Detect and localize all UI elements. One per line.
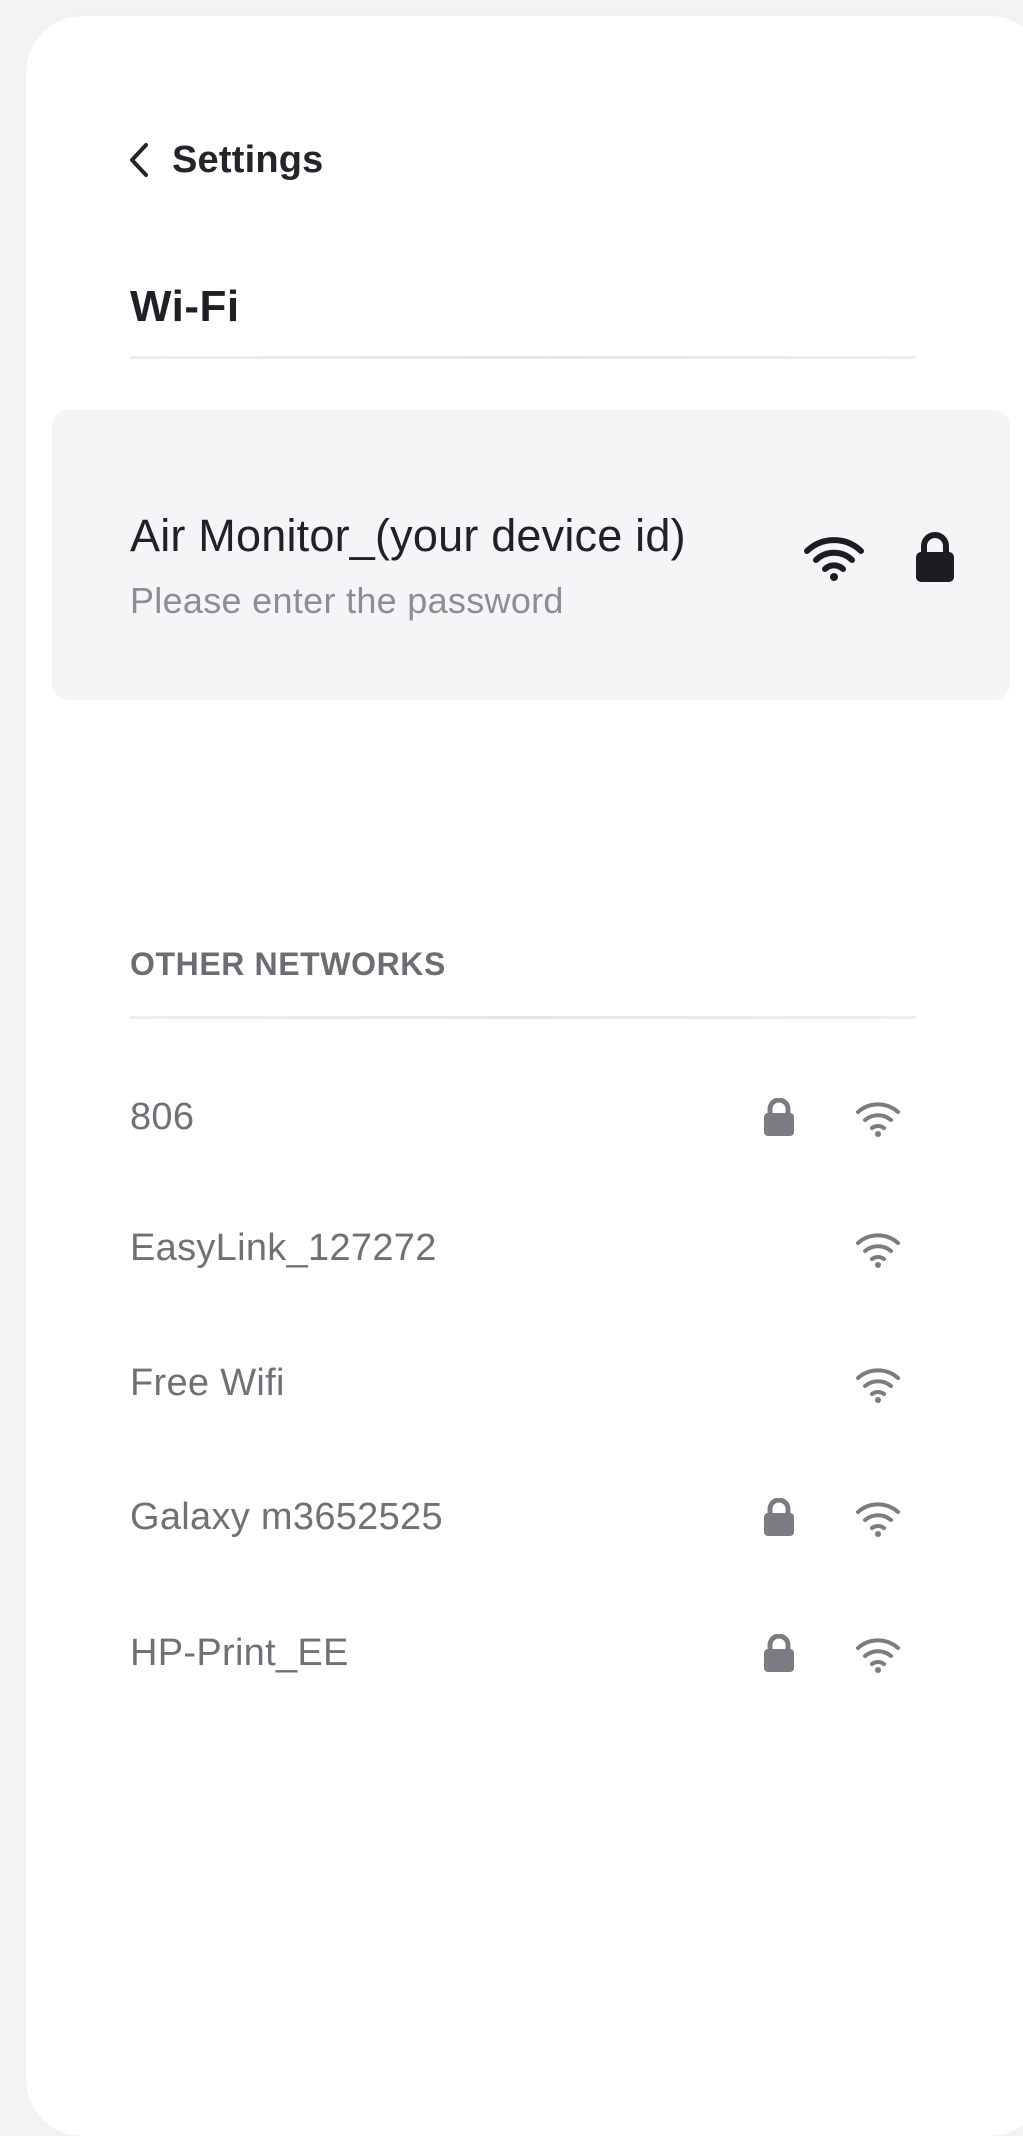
network-item-806[interactable]: 806 [130,1070,930,1170]
network-name: EasyLink_127272 [130,1227,437,1269]
chevron-left-icon [128,142,150,178]
back-label: Settings [172,138,324,181]
title-divider [130,356,916,359]
current-network-item[interactable]: Air Monitor_(your device id) Please ente… [52,410,1010,700]
wifi-icon [854,1364,902,1404]
network-item-hp-print[interactable]: HP-Print_EE [130,1606,930,1706]
network-item-easylink[interactable]: EasyLink_127272 [130,1201,930,1301]
network-name: HP-Print_EE [130,1632,349,1674]
page-title: Wi-Fi [130,282,240,331]
back-button[interactable]: Settings [128,134,324,186]
wifi-icon [854,1229,902,1269]
lock-icon [762,1498,796,1538]
network-name: Free Wifi [130,1362,285,1404]
lock-icon [762,1634,796,1674]
network-item-galaxy[interactable]: Galaxy m3652525 [130,1470,930,1570]
network-name: 806 [130,1096,195,1138]
section-divider [130,1016,916,1019]
wifi-icon [854,1498,902,1538]
other-networks-label: OTHER NETWORKS [130,946,446,982]
wifi-icon [854,1098,902,1138]
network-name: Galaxy m3652525 [130,1496,443,1538]
wifi-icon [803,535,865,581]
wifi-icon [854,1634,902,1674]
lock-icon [914,532,956,584]
lock-icon [762,1098,796,1138]
network-item-free-wifi[interactable]: Free Wifi [130,1336,930,1436]
current-network-name: Air Monitor_(your device id) [130,510,686,561]
current-network-subtitle: Please enter the password [130,580,564,621]
